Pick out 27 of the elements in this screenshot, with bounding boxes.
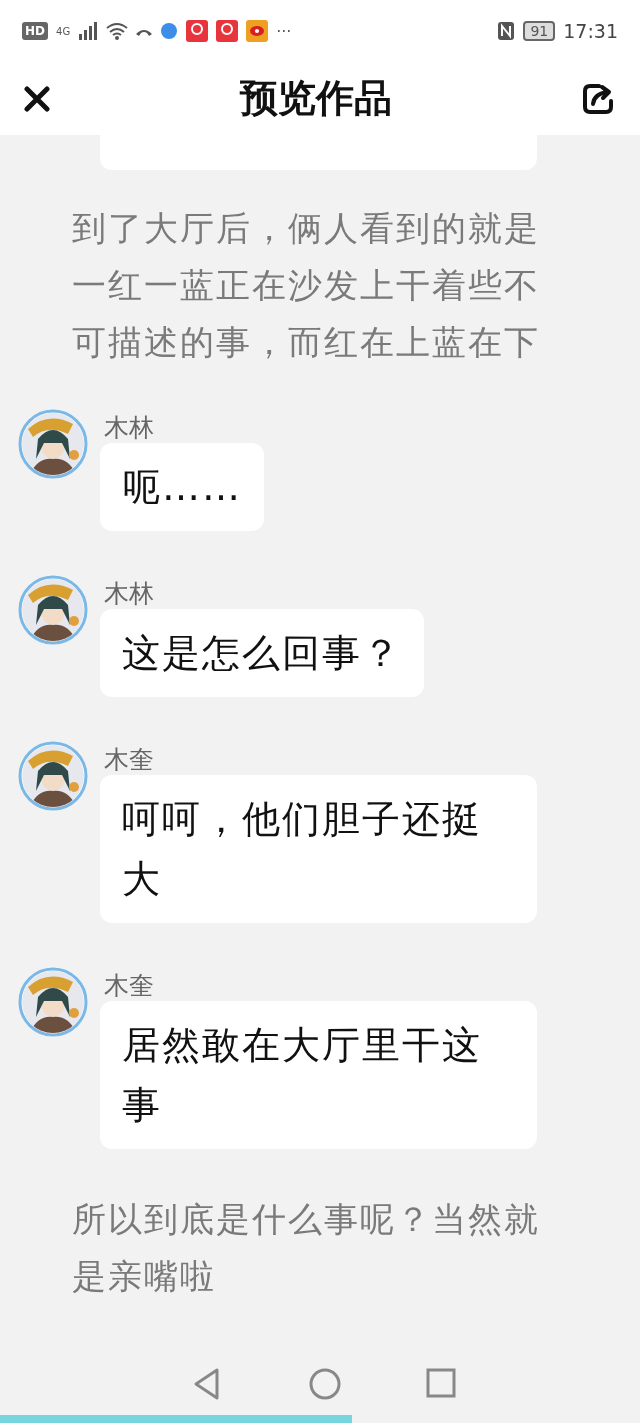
narration-text: 到了大厅后，俩人看到的就是一红一蓝正在沙发上干着些不可描述的事，而红在上蓝在下	[72, 207, 541, 364]
sender-name: 木奎	[104, 971, 154, 1001]
message-bubble: 这是怎么回事？	[100, 609, 424, 697]
more-notifications: ···	[276, 21, 292, 41]
home-icon[interactable]	[308, 1367, 342, 1401]
share-icon[interactable]	[582, 81, 616, 116]
message-bubble: 呃……	[100, 443, 264, 531]
sender-name: 木林	[104, 413, 154, 443]
signal-icon	[78, 22, 99, 40]
hd-badge: HD	[22, 22, 48, 40]
app-icon	[216, 20, 239, 42]
wifi-icon	[106, 22, 129, 40]
globe-icon	[160, 22, 179, 40]
sender-name: 木奎	[104, 745, 154, 775]
battery-indicator: 91	[523, 21, 556, 41]
close-icon[interactable]	[24, 85, 50, 112]
recent-apps-icon[interactable]	[424, 1367, 459, 1401]
message-bubble: 呵呵，他们胆子还挺大	[100, 775, 537, 923]
eye-app-icon	[246, 20, 269, 42]
nfc-icon	[497, 21, 516, 41]
network-label: 4G	[56, 25, 71, 37]
clock: 17:31	[563, 20, 618, 42]
page-title: 预览作品	[240, 75, 392, 122]
sender-name: 木林	[104, 579, 154, 609]
app-icon	[186, 20, 209, 42]
message-bubble: 居然敢在大厅里干这事	[100, 1001, 537, 1149]
narration-text: 所以到底是什么事呢？当然就是亲嘴啦	[72, 1198, 541, 1298]
